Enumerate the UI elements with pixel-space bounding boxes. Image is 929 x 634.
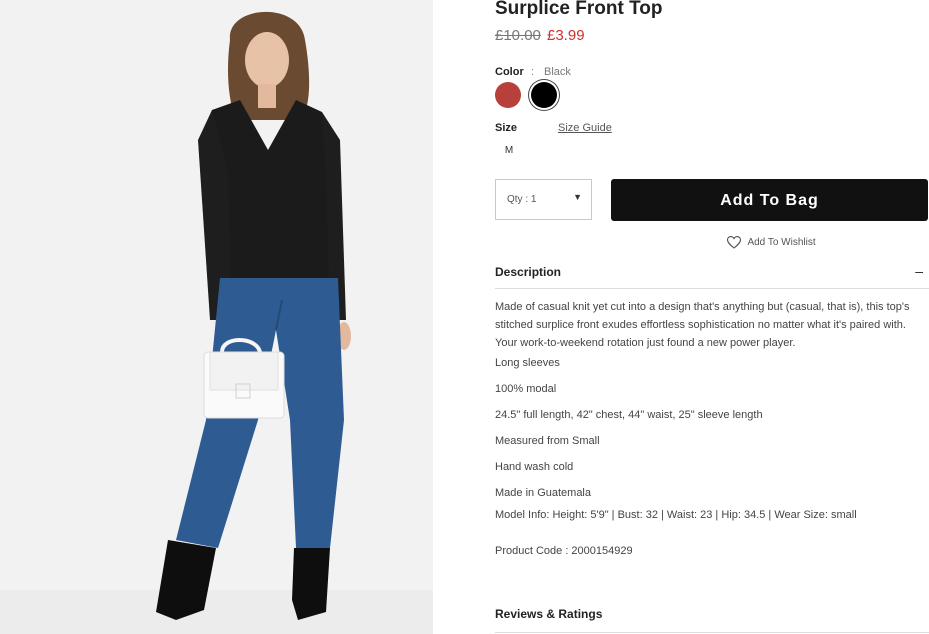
description-title: Description — [495, 265, 562, 279]
size-label: Size — [495, 122, 518, 134]
quantity-value: Qty : 1 — [507, 194, 537, 205]
collapse-icon: – — [915, 263, 923, 279]
dropdown-arrow-icon: ▼ — [573, 192, 582, 202]
original-price: £10.00 — [495, 27, 541, 44]
reviews-accordion-header[interactable]: Reviews & Ratings — [495, 606, 929, 633]
selected-color: Black — [544, 66, 571, 78]
description-paragraph: Made of casual knit yet cut into a desig… — [495, 301, 910, 349]
detail-item: 100% modal — [495, 383, 557, 395]
wishlist-label: Add To Wishlist — [747, 237, 816, 249]
detail-item: Made in Guatemala — [495, 487, 591, 499]
detail-item: Hand wash cold — [495, 461, 574, 473]
add-to-bag-button[interactable]: Add To Bag — [611, 179, 928, 221]
product-info: Surplice Front Top £10.00 £3.99 Color : … — [495, 0, 929, 634]
sale-price: £3.99 — [547, 27, 585, 44]
size-option-m[interactable]: M — [495, 140, 523, 162]
quantity-select[interactable]: Qty : 1 ▼ — [495, 179, 592, 220]
model-info: Model Info: Height: 5'9" | Bust: 32 | Wa… — [495, 509, 857, 521]
color-separator: : — [531, 66, 535, 78]
color-swatch-black[interactable] — [531, 82, 557, 108]
reviews-title: Reviews & Ratings — [495, 607, 603, 621]
detail-item: Long sleeves — [495, 357, 560, 369]
color-label: Color — [495, 66, 524, 78]
size-guide-link[interactable]: Size Guide — [558, 122, 612, 134]
heart-icon — [727, 236, 741, 249]
product-image[interactable] — [0, 0, 433, 634]
color-swatch-red[interactable] — [495, 82, 521, 108]
description-body: Made of casual knit yet cut into a desig… — [495, 298, 929, 352]
product-title: Surplice Front Top — [495, 0, 663, 19]
model-photo-illustration — [0, 0, 433, 634]
add-to-wishlist-link[interactable]: Add To Wishlist — [727, 234, 816, 250]
detail-item: 24.5" full length, 42" chest, 44" waist,… — [495, 409, 763, 421]
description-accordion-header[interactable]: Description – — [495, 263, 929, 289]
detail-item: Measured from Small — [495, 435, 600, 447]
product-code: Product Code : 2000154929 — [495, 545, 633, 557]
